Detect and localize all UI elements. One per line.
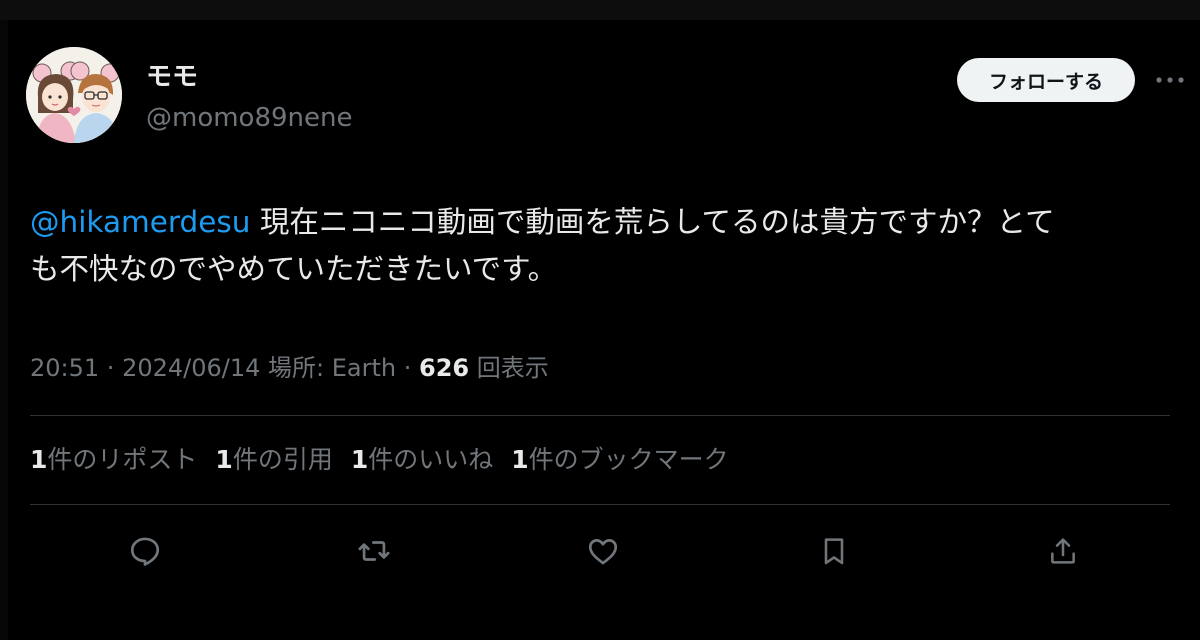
stat-label: 件のブックマーク (528, 445, 729, 474)
stat-count: 1 (350, 445, 369, 474)
user-handle[interactable]: @momo89nene (146, 101, 353, 135)
tweet-text-line1: 現在ニコニコ動画で動画を荒らしてるのは貴方ですか？とて (250, 205, 1055, 239)
like-icon[interactable] (583, 531, 623, 571)
views-count: 626 (419, 354, 470, 382)
left-edge (0, 20, 8, 640)
tweet-text-line2: も不快なのでやめていただきたいです。 (30, 252, 558, 286)
tweet-meta: 20:51 · 2024/06/14 場所: Earth · 626 回表示 (30, 351, 549, 385)
stat-reposts[interactable]: 1件のリポスト (30, 445, 197, 474)
engagement-stats: 1件のリポスト 1件の引用 1件のいいね 1件のブックマーク (30, 443, 747, 477)
more-horizontal-icon[interactable] (1152, 68, 1188, 92)
tweet-time[interactable]: 20:51 (30, 354, 99, 382)
divider (30, 415, 1170, 416)
stat-likes[interactable]: 1件のいいね (351, 445, 493, 474)
stat-label: 件のリポスト (47, 445, 198, 474)
tweet-location: 場所: Earth (268, 354, 397, 382)
top-strip (0, 0, 1200, 20)
repost-icon[interactable] (354, 531, 394, 571)
avatar[interactable] (26, 47, 122, 143)
stat-bookmarks[interactable]: 1件のブックマーク (511, 445, 728, 474)
avatar-illustration-icon (26, 47, 122, 143)
follow-button[interactable]: フォローする (957, 58, 1135, 102)
meta-separator: · (396, 354, 419, 382)
tweet-date[interactable]: 2024/06/14 (122, 354, 260, 382)
tweet-text: @hikamerdesu 現在ニコニコ動画で動画を荒らしてるのは貴方ですか？とて… (30, 199, 1170, 293)
views-label: 回表示 (476, 354, 549, 382)
stat-count: 1 (215, 445, 233, 474)
divider (30, 504, 1170, 505)
reply-icon[interactable] (125, 531, 165, 571)
stat-label: 件のいいね (368, 445, 494, 474)
stat-quotes[interactable]: 1件の引用 (215, 445, 332, 474)
stat-count: 1 (30, 445, 48, 474)
meta-separator: · (99, 354, 123, 382)
stat-count: 1 (511, 445, 529, 474)
display-name[interactable]: モモ (146, 60, 198, 94)
stat-label: 件の引用 (232, 445, 333, 474)
share-icon[interactable] (1043, 531, 1083, 571)
bookmark-icon[interactable] (814, 531, 854, 571)
mention-link[interactable]: @hikamerdesu (30, 205, 250, 239)
